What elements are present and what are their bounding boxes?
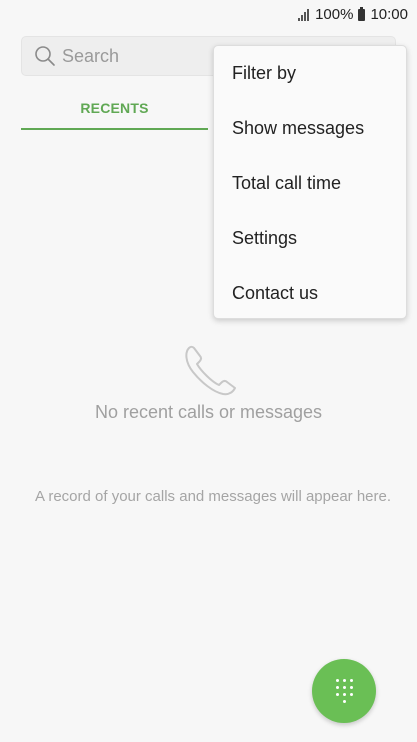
menu-item-contact-us[interactable]: Contact us [214,266,406,321]
empty-state: No recent calls or messages [0,340,417,423]
overflow-menu: Filter by Show messages Total call time … [213,45,407,319]
search-icon [34,44,58,68]
empty-state-description: A record of your calls and messages will… [35,488,392,505]
dialpad-icon [335,679,353,703]
battery-icon [358,6,366,21]
signal-icon [298,8,310,21]
menu-item-total-call-time[interactable]: Total call time [214,156,406,211]
menu-item-settings[interactable]: Settings [214,211,406,266]
clock: 10:00 [370,6,408,23]
phone-icon [184,345,236,396]
empty-state-title: No recent calls or messages [94,402,323,422]
search-placeholder: Search [62,45,120,66]
status-bar: 100% 10:00 [0,0,417,30]
tab-recents[interactable]: RECENTS [21,88,208,130]
dialpad-button[interactable] [312,659,376,723]
menu-item-show-messages[interactable]: Show messages [214,101,406,156]
battery-percent: 100% [315,6,354,23]
status-indicators: 100% 10:00 [298,6,408,23]
menu-item-filter-by[interactable]: Filter by [214,46,406,101]
